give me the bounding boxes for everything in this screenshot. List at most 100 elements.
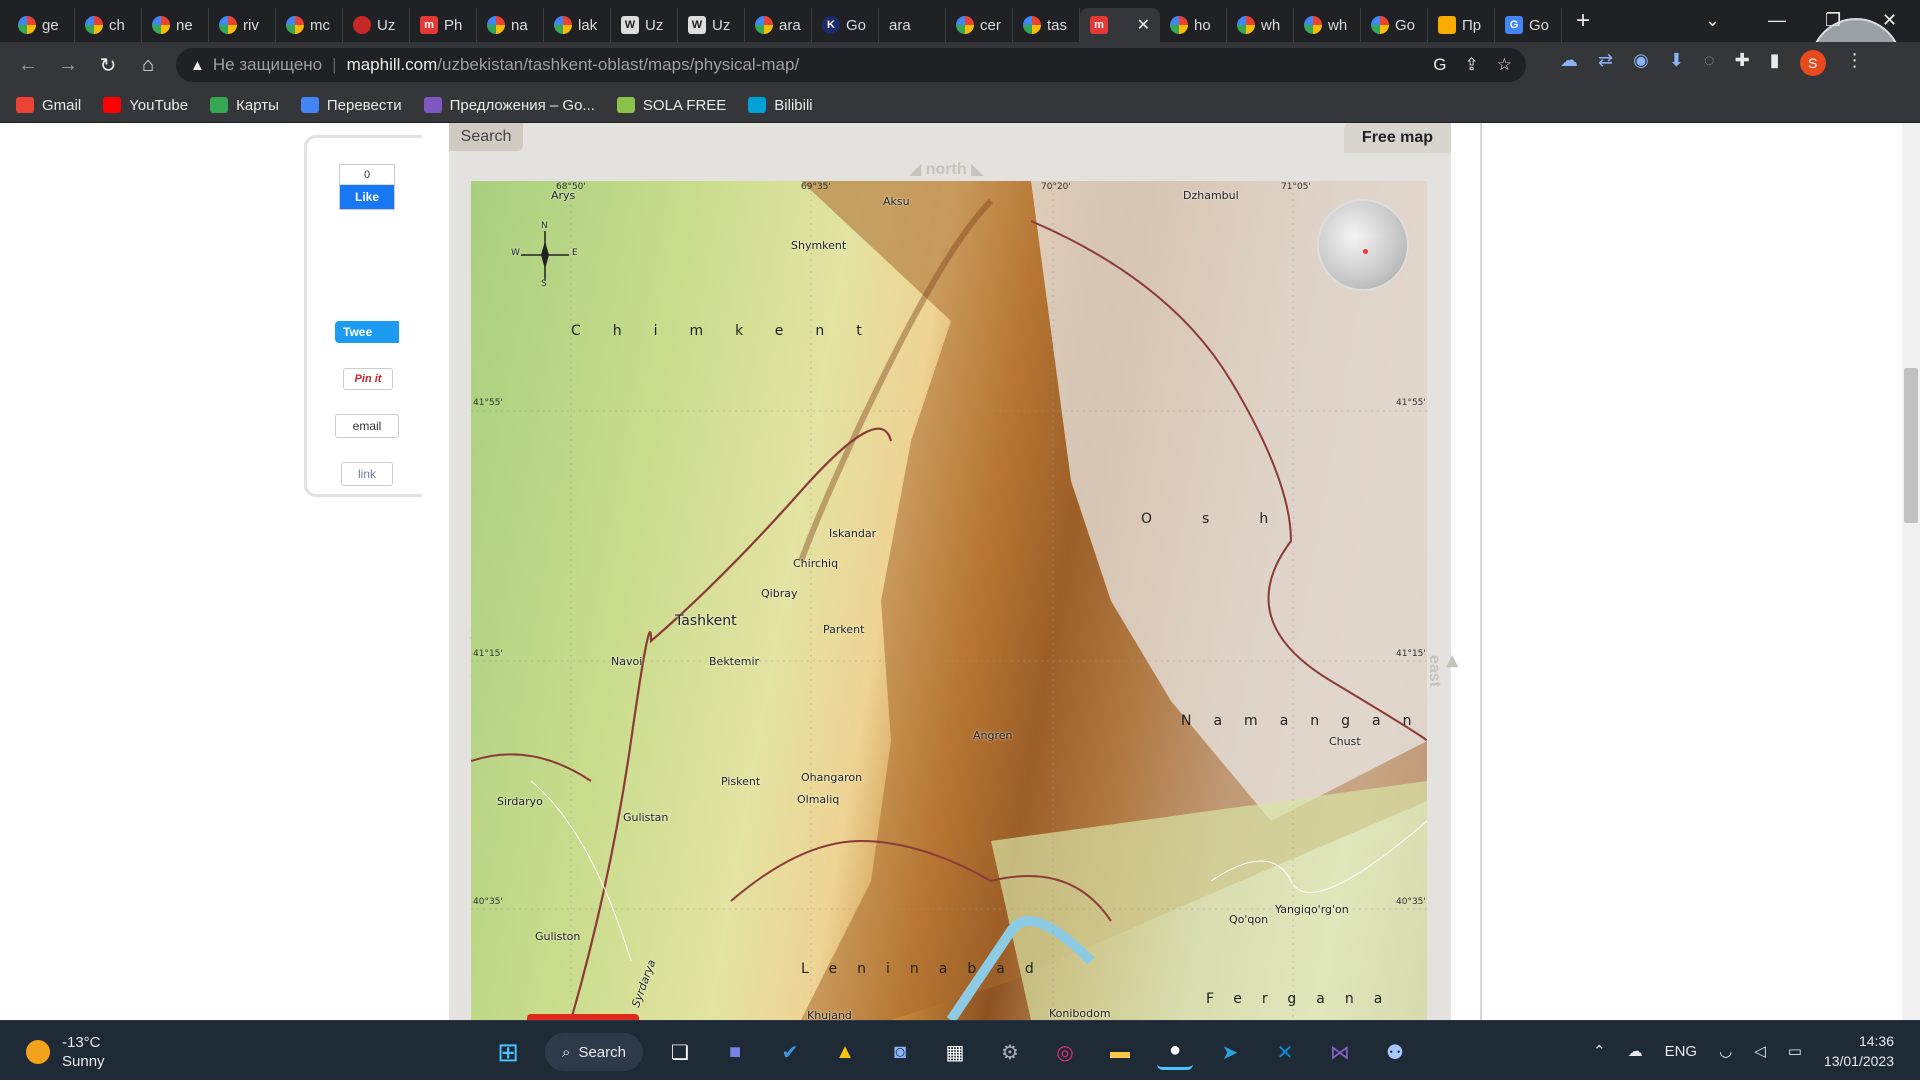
windows-start-icon[interactable]: ⊞ — [490, 1034, 526, 1070]
home-icon[interactable]: ⌂ — [128, 54, 168, 77]
instagram-icon[interactable]: ◎ — [1047, 1034, 1083, 1070]
tab-15[interactable]: tas — [1013, 8, 1080, 42]
bookmark-2[interactable]: Карты — [210, 97, 279, 114]
tab-20[interactable]: Go — [1361, 8, 1428, 42]
bookmark-3[interactable]: Перевести — [300, 97, 402, 114]
teams-icon[interactable]: ■ — [717, 1034, 753, 1070]
place-qoqon[interactable]: Qo'qon — [1229, 913, 1268, 926]
todo-icon[interactable]: ✔ — [772, 1034, 808, 1070]
task-view-icon[interactable]: ❏ — [662, 1034, 698, 1070]
tab-10[interactable]: W Uz — [678, 8, 745, 42]
new-tab-icon[interactable]: + — [1576, 7, 1590, 35]
place-aksu[interactable]: Aksu — [883, 195, 910, 208]
tab-1[interactable]: ch — [75, 8, 142, 42]
tab-14[interactable]: cer — [946, 8, 1013, 42]
tab-17[interactable]: ho — [1160, 8, 1227, 42]
bookmark-6[interactable]: Bilibili — [748, 97, 813, 114]
vscode-icon[interactable]: ✕ — [1267, 1034, 1303, 1070]
tab-0[interactable]: ge — [8, 8, 75, 42]
tweet-button[interactable]: Twee — [335, 321, 399, 343]
minimize-icon[interactable]: — — [1768, 0, 1786, 40]
close-tab-icon[interactable]: ✕ — [1137, 15, 1150, 35]
bookmark-5[interactable]: SOLA FREE — [616, 97, 726, 114]
close-window-icon[interactable]: ✕ — [1882, 0, 1897, 40]
north-nav[interactable]: ◢ north ◣ — [909, 159, 983, 179]
warning-app-icon[interactable]: ▲ — [827, 1034, 863, 1070]
extensions-puzzle-icon[interactable]: ✚ — [1735, 50, 1750, 76]
volume-icon[interactable]: ◁ — [1754, 1042, 1766, 1060]
bookmark-star-icon[interactable]: ☆ — [1497, 55, 1512, 75]
tab-16[interactable]: m ✕ — [1080, 8, 1160, 42]
place-ohangaron[interactable]: Ohangaron — [801, 771, 862, 784]
tab-search-button[interactable]: ⌄ — [1705, 0, 1720, 40]
weather-widget[interactable]: -13°C Sunny — [26, 1033, 105, 1071]
place-sirdaryo[interactable]: Sirdaryo — [497, 795, 543, 808]
reload-icon[interactable]: ↻ — [88, 53, 128, 78]
tab-22[interactable]: G Go — [1495, 8, 1562, 42]
extension-radio-icon[interactable]: ◌ — [1704, 50, 1715, 76]
tab-2[interactable]: ne — [142, 8, 209, 42]
tab-7[interactable]: na — [477, 8, 544, 42]
bookmark-1[interactable]: YouTube — [103, 97, 188, 114]
place-yangiqorgon[interactable]: Yangiqo'rg'on — [1275, 903, 1349, 916]
tab-11[interactable]: ara — [745, 8, 812, 42]
onedrive-icon[interactable]: ☁ — [1628, 1042, 1643, 1060]
scrollbar-thumb[interactable] — [1904, 368, 1918, 523]
google-lens-icon[interactable]: G — [1433, 55, 1446, 75]
taskbar-search[interactable]: ⌕ Search — [545, 1033, 643, 1071]
free-map-tab[interactable]: Free map — [1344, 123, 1451, 153]
place-navoi[interactable]: Navoi — [611, 655, 642, 668]
bookmark-4[interactable]: Предложения – Go... — [423, 97, 595, 114]
tab-3[interactable]: riv — [209, 8, 276, 42]
extension-cloud-icon[interactable]: ☁ — [1560, 50, 1578, 76]
side-panel-icon[interactable]: ▮ — [1770, 50, 1780, 76]
place-angren[interactable]: Angren — [973, 729, 1013, 742]
place-parkent[interactable]: Parkent — [823, 623, 864, 636]
wifi-icon[interactable]: ◡ — [1719, 1042, 1732, 1060]
place-chust[interactable]: Chust — [1329, 735, 1361, 748]
tab-6[interactable]: m Ph — [410, 8, 477, 42]
store-icon[interactable]: ▦ — [937, 1034, 973, 1070]
address-bar[interactable]: ▲ Не защищено | maphill.com /uzbekistan/… — [176, 48, 1526, 82]
share-icon[interactable]: ⇪ — [1465, 55, 1479, 75]
place-guliston[interactable]: Guliston — [535, 930, 580, 943]
extension-circle-icon[interactable]: ◉ — [1633, 50, 1649, 76]
camera-icon[interactable]: ◙ — [882, 1034, 918, 1070]
maximize-icon[interactable]: ❐ — [1825, 0, 1841, 40]
menu-dots-icon[interactable]: ⋮ — [1846, 50, 1864, 76]
visual-studio-icon[interactable]: ⋈ — [1322, 1034, 1358, 1070]
place-konibodom[interactable]: Konibodom — [1049, 1007, 1111, 1020]
forward-icon[interactable]: → — [48, 54, 88, 77]
link-button[interactable]: link — [341, 462, 393, 486]
place-gulistan[interactable]: Gulistan — [623, 811, 668, 824]
language-indicator[interactable]: ENG — [1665, 1043, 1698, 1060]
extension-translate-icon[interactable]: ⇄ — [1598, 50, 1613, 76]
physical-map[interactable]: N S W E 68°50' 69°35' 70°20' 71°05' 41°5… — [471, 181, 1427, 1020]
settings-icon[interactable]: ⚙ — [992, 1034, 1028, 1070]
bookmark-0[interactable]: Gmail — [16, 97, 81, 114]
chevron-up-icon[interactable]: ⌃ — [1593, 1042, 1606, 1060]
tab-8[interactable]: lak — [544, 8, 611, 42]
app-icon[interactable]: ⚉ — [1377, 1034, 1413, 1070]
telegram-icon[interactable]: ➤ — [1212, 1034, 1248, 1070]
page-scrollbar[interactable] — [1902, 123, 1920, 1020]
place-dzhambul[interactable]: Dzhambul — [1183, 189, 1239, 202]
tab-5[interactable]: Uz — [343, 8, 410, 42]
email-button[interactable]: email — [335, 414, 399, 438]
place-olmaliq[interactable]: Olmaliq — [797, 793, 839, 806]
place-chirchiq[interactable]: Chirchiq — [793, 557, 838, 570]
tab-18[interactable]: wh — [1227, 8, 1294, 42]
pin-it-button[interactable]: Pin it — [343, 368, 393, 390]
clock[interactable]: 14:36 13/01/2023 — [1824, 1031, 1894, 1071]
profile-avatar[interactable]: S — [1799, 50, 1826, 76]
tab-19[interactable]: wh — [1294, 8, 1361, 42]
extension-download-icon[interactable]: ⬇ — [1669, 50, 1684, 76]
file-explorer-icon[interactable]: ▬ — [1102, 1034, 1138, 1070]
chrome-icon[interactable]: ● — [1157, 1034, 1193, 1070]
place-qibray[interactable]: Qibray — [761, 587, 797, 600]
tab-12[interactable]: K Go — [812, 8, 879, 42]
tab-13[interactable]: ara — [879, 8, 1902, 110]
place-iskandar[interactable]: Iskandar — [829, 527, 876, 540]
place-piskent[interactable]: Piskent — [721, 775, 760, 788]
battery-icon[interactable]: ▭ — [1788, 1042, 1802, 1060]
